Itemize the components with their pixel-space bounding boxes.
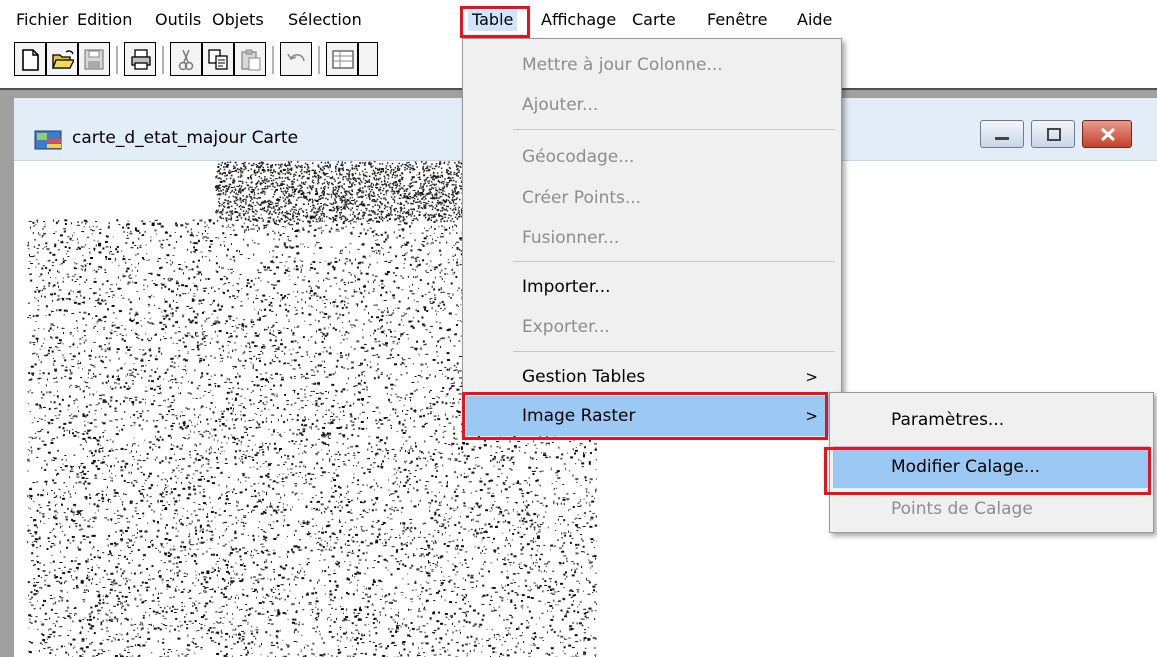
minimize-button[interactable] [980,120,1024,148]
menu-item-label: Gestion Tables [522,367,646,387]
copy-icon [208,49,228,70]
table-menu-dropdown: Mettre à jour Colonne... Ajouter... Géoc… [462,38,842,436]
menu-edition[interactable]: Edition [77,9,132,31]
menu-item-label: Fusionner... [522,228,620,248]
submenu-arrow-icon: > [805,368,818,386]
menu-item-creer-points[interactable]: Créer Points... [466,178,838,218]
image-raster-submenu: Paramètres... Modifier Calage... Points … [829,392,1154,533]
menu-item-gestion-tables[interactable]: Gestion Tables > [466,357,838,397]
menu-item-label: Exporter... [522,317,610,337]
menu-carte[interactable]: Carte [632,9,676,31]
submenu-item-label: Paramètres... [891,410,1005,430]
print-button[interactable] [124,42,156,76]
menu-fichier[interactable]: Fichier [16,9,68,31]
undo-icon [287,53,305,62]
menu-item-ajouter[interactable]: Ajouter... [466,85,838,125]
menu-separator [513,351,835,352]
menu-item-mettre-a-jour-colonne[interactable]: Mettre à jour Colonne... [466,45,838,85]
menu-bar: Fichier Edition Outils Objets Sélection … [0,0,1157,38]
paste-button[interactable] [234,42,266,76]
cut-button[interactable] [170,42,202,76]
toolbar-separator [116,46,118,74]
map-window-title: carte_d_etat_majour Carte [72,128,299,148]
new-document-button[interactable] [14,42,46,76]
menu-item-exporter[interactable]: Exporter... [466,307,838,347]
submenu-item-modifier-calage[interactable]: Modifier Calage... [833,446,1149,488]
menu-item-importer[interactable]: Importer... [466,267,838,307]
toolbar-separator [272,46,274,74]
mdi-background [0,98,14,657]
table-view-button[interactable] [326,42,358,76]
menu-item-geocodage[interactable]: Géocodage... [466,137,838,177]
menu-item-label: Créer Points... [522,188,642,208]
copy-button[interactable] [202,42,234,76]
undo-button[interactable] [280,42,312,76]
print-icon [131,49,151,70]
menu-item-label: Image Raster [522,406,636,426]
menu-separator [513,261,835,262]
menu-item-image-raster[interactable]: Image Raster > [466,396,838,436]
maximize-icon [1047,128,1061,141]
menu-selection[interactable]: Sélection [288,9,362,31]
map-window-icon [34,130,62,150]
map-view-button[interactable] [358,42,378,76]
menu-item-label: Importer... [522,277,611,297]
menu-item-fusionner[interactable]: Fusionner... [466,218,838,258]
open-folder-icon [52,50,74,69]
menu-aide[interactable]: Aide [797,9,832,31]
cut-icon [178,49,194,71]
submenu-item-points-de-calage[interactable]: Points de Calage [833,488,1149,530]
menu-item-label: Géocodage... [522,147,635,167]
menu-separator [513,129,835,130]
menu-affichage[interactable]: Affichage [541,9,616,31]
close-icon [1100,127,1116,142]
save-icon [84,49,104,70]
menu-objets[interactable]: Objets [212,9,264,31]
paste-icon [241,49,261,71]
minimize-icon [995,137,1009,140]
submenu-item-label: Points de Calage [891,499,1033,519]
maximize-button[interactable] [1031,120,1075,148]
menu-item-label: Mettre à jour Colonne... [522,55,723,75]
toolbar-separator [162,46,164,74]
submenu-item-parametres[interactable]: Paramètres... [833,399,1149,441]
save-button[interactable] [78,42,110,76]
menu-fenetre[interactable]: Fenêtre [707,9,768,31]
submenu-item-label: Modifier Calage... [891,457,1041,477]
menu-item-label: Ajouter... [522,95,599,115]
close-button[interactable] [1082,120,1132,148]
submenu-arrow-icon: > [805,407,818,425]
open-folder-button[interactable] [46,42,78,76]
new-document-icon [22,49,39,71]
toolbar-separator [318,46,320,74]
menu-outils[interactable]: Outils [155,9,201,31]
menu-table[interactable]: Table [468,9,518,31]
table-view-icon [332,50,354,69]
